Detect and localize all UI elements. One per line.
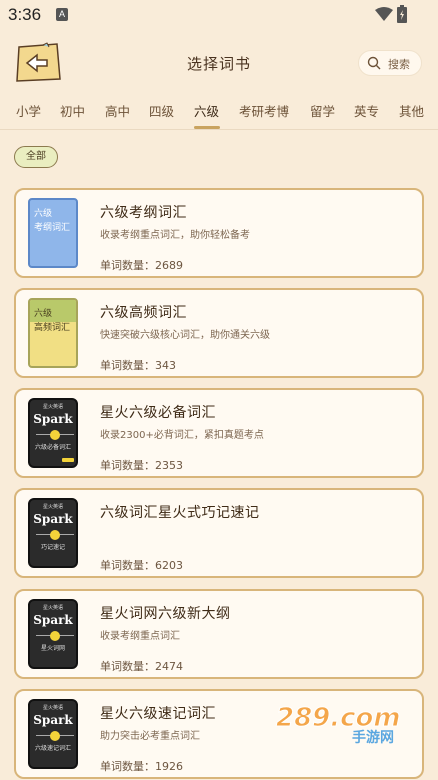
cover-brand: Spark [33,713,73,727]
book-card[interactable]: 六级 考纲词汇 六级考纲词汇 收录考纲重点词汇，助你轻松备考 单词数量：2689 [14,188,424,278]
book-title: 六级词汇星火式巧记速记 [100,505,260,521]
word-count: 单词数量：2474 [100,660,183,673]
watermark-logo: 289.com 手游网 [276,703,402,745]
cover-brand: Spark [33,613,73,627]
word-count: 单词数量：6203 [100,559,183,572]
book-title: 六级考纲词汇 [100,205,187,221]
cover-brand: Spark [33,512,73,526]
book-desc: 助力突击必考重点词汇 [100,731,200,742]
book-desc: 收录考纲重点词汇 [100,631,180,642]
book-title: 星火六级必备词汇 [100,405,216,421]
book-desc: 收录2300+必背词汇，紧扣真题考点 [100,430,264,441]
word-count: 单词数量：1926 [100,760,183,773]
cover-text: 六级 [34,209,53,219]
book-card[interactable]: 星火英语 Spark 星火词网 星火词网六级新大纲 收录考纲重点词汇 单词数量：… [14,589,424,679]
book-cover: 星火英语 Spark 星火词网 [28,599,78,669]
book-desc: 快速突破六级核心词汇，助你通关六级 [100,330,270,341]
book-title: 星火六级速记词汇 [100,706,216,722]
cover-text: 考纲词汇 [34,223,71,233]
book-cover: 六级 高频词汇 [28,298,78,368]
cover-text: 六级 [34,309,53,319]
book-desc: 收录考纲重点词汇，助你轻松备考 [100,230,250,241]
cover-text: 巧记速记 [40,544,65,551]
watermark-sub: 手游网 [352,729,394,744]
word-count: 单词数量：343 [100,359,176,372]
book-card[interactable]: 星火英语 Spark 六级必备词汇 星火六级必备词汇 收录2300+必背词汇，紧… [14,388,424,478]
book-card[interactable]: 六级 高频词汇 六级高频词汇 快速突破六级核心词汇，助你通关六级 单词数量：34… [14,288,424,378]
cover-text: 高频词汇 [34,323,71,333]
book-title: 星火词网六级新大纲 [100,606,231,622]
book-cover: 星火英语 Spark 六级必备词汇 [28,398,78,468]
book-title: 六级高频词汇 [100,305,187,321]
book-cover: 星火英语 Spark 六级速记词汇 [28,699,78,769]
word-count: 单词数量：2353 [100,459,183,472]
cover-text: 六级必备词汇 [34,444,71,451]
word-count: 单词数量：2689 [100,259,183,272]
book-card[interactable]: 星火英语 Spark 巧记速记 六级词汇星火式巧记速记 单词数量：6203 [14,488,424,578]
cover-text: 六级速记词汇 [34,745,71,752]
cover-brand: Spark [33,412,73,426]
book-cover: 六级 考纲词汇 [28,198,78,268]
cover-text: 星火词网 [40,645,65,652]
watermark-brand: 289.com [276,703,401,733]
cover-text: 星火英语 [42,605,63,611]
book-list: 六级 考纲词汇 六级考纲词汇 收录考纲重点词汇，助你轻松备考 单词数量：2689… [0,0,438,780]
cover-text: 星火英语 [42,404,63,410]
book-cover: 星火英语 Spark 巧记速记 [28,498,78,568]
cover-text: 星火英语 [42,504,63,510]
cover-text: 星火英语 [42,705,63,711]
